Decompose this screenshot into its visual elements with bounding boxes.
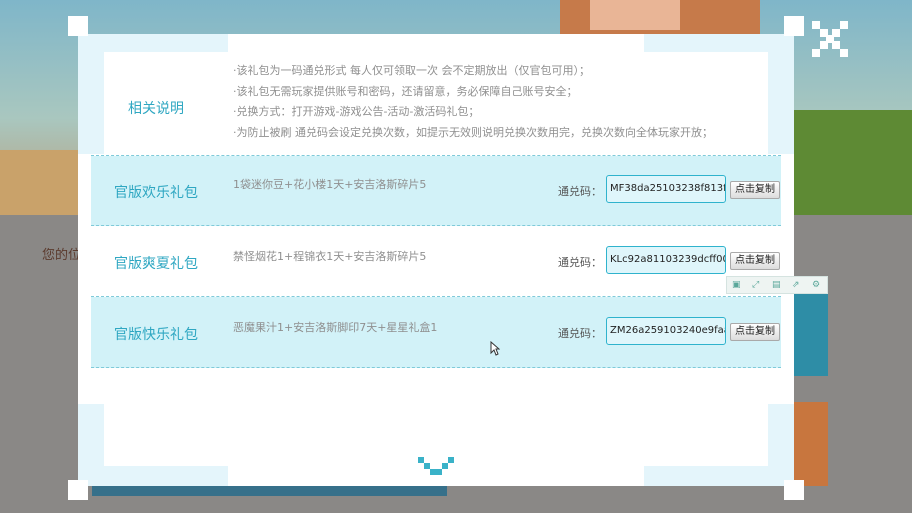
mini-toolbar: ▣ ⤢ ▤ ⇗ ⚙ bbox=[726, 276, 828, 294]
gift-items: 1袋迷你豆+花小楼1天+安吉洛斯碎片5 bbox=[233, 178, 427, 191]
close-x-icon[interactable] bbox=[808, 17, 852, 61]
corner-deco-bottom-bar-right bbox=[644, 466, 768, 486]
expand-icon[interactable]: ⤢ bbox=[752, 279, 759, 291]
save-icon[interactable]: ▤ bbox=[772, 279, 781, 291]
gift-title: 官版欢乐礼包 bbox=[114, 185, 198, 201]
background-tile-blue bbox=[794, 292, 828, 376]
pixel-corner-top-left bbox=[68, 16, 88, 36]
notes-list: ·该礼包为一码通兑形式 每人仅可领取一次 会不定期放出（仅官包可用）； ·该礼包… bbox=[233, 61, 713, 143]
background-tile-orange bbox=[794, 402, 828, 486]
note-line: ·该礼包无需玩家提供账号和密码，还请留意，务必保障自己账号安全； bbox=[233, 84, 578, 98]
gift-title: 官版爽夏礼包 bbox=[114, 256, 198, 272]
background-character-face bbox=[590, 0, 680, 30]
gift-code-field[interactable]: ZM26a259103240e9faa9ff bbox=[606, 317, 726, 345]
bookmark-icon[interactable]: ▣ bbox=[732, 279, 741, 291]
copy-code-button[interactable]: 点击复制 bbox=[730, 252, 780, 270]
gift-code-field[interactable]: KLc92a81103239dcff006b bbox=[606, 246, 726, 274]
corner-deco-bottom-left bbox=[78, 404, 104, 486]
corner-deco-bottom-bar-left bbox=[104, 466, 228, 486]
pixel-corner-bottom-left bbox=[68, 480, 88, 500]
pixel-corner-bottom-right bbox=[784, 480, 804, 500]
gift-items: 恶魔果汁1+安吉洛斯脚印7天+星星礼盒1 bbox=[233, 321, 438, 334]
gift-row-joy: 官版快乐礼包 恶魔果汁1+安吉洛斯脚印7天+星星礼盒1 通兑码： ZM26a25… bbox=[91, 297, 781, 368]
code-label: 通兑码： bbox=[558, 256, 602, 269]
background-tile-bottom bbox=[92, 486, 447, 496]
note-line: ·兑换方式：打开游戏-游戏公告-活动-激活码礼包； bbox=[233, 105, 480, 118]
gift-modal: 相关说明 ·该礼包为一码通兑形式 每人仅可领取一次 会不定期放出（仅官包可用）；… bbox=[78, 34, 794, 486]
copy-code-button[interactable]: 点击复制 bbox=[730, 323, 780, 341]
code-label: 通兑码： bbox=[558, 327, 602, 340]
gift-title: 官版快乐礼包 bbox=[114, 327, 198, 343]
copy-code-button[interactable]: 点击复制 bbox=[730, 181, 780, 199]
chevron-down-icon[interactable] bbox=[418, 457, 454, 479]
pixel-corner-top-right bbox=[784, 16, 804, 36]
background-wood-block bbox=[0, 150, 78, 215]
code-label: 通兑码： bbox=[558, 185, 602, 198]
background-your-label: 您的位 bbox=[42, 248, 82, 263]
background-tree-block bbox=[790, 110, 912, 215]
note-line: ·为防止被刷 通兑码会设定兑换次数，如提示无效则说明兑换次数用完，兑换次数向全体… bbox=[233, 125, 713, 139]
mouse-cursor-icon bbox=[490, 340, 501, 356]
corner-deco-bottom-right bbox=[768, 404, 794, 486]
gift-code-field[interactable]: MF38da25103238f813f8f5 bbox=[606, 175, 726, 203]
gift-row-happy: 官版欢乐礼包 1袋迷你豆+花小楼1天+安吉洛斯碎片5 通兑码： MF38da25… bbox=[91, 156, 781, 226]
settings-icon[interactable]: ⚙ bbox=[812, 279, 820, 291]
gift-items: 禁怪烟花1+程锦衣1天+安吉洛斯碎片5 bbox=[233, 250, 427, 263]
note-line: ·该礼包为一码通兑形式 每人仅可领取一次 会不定期放出（仅官包可用）； bbox=[233, 64, 590, 77]
share-icon[interactable]: ⇗ bbox=[792, 279, 800, 291]
gift-row-summer: 官版爽夏礼包 禁怪烟花1+程锦衣1天+安吉洛斯碎片5 通兑码： KLc92a81… bbox=[91, 226, 781, 297]
notes-title: 相关说明 bbox=[128, 101, 184, 117]
